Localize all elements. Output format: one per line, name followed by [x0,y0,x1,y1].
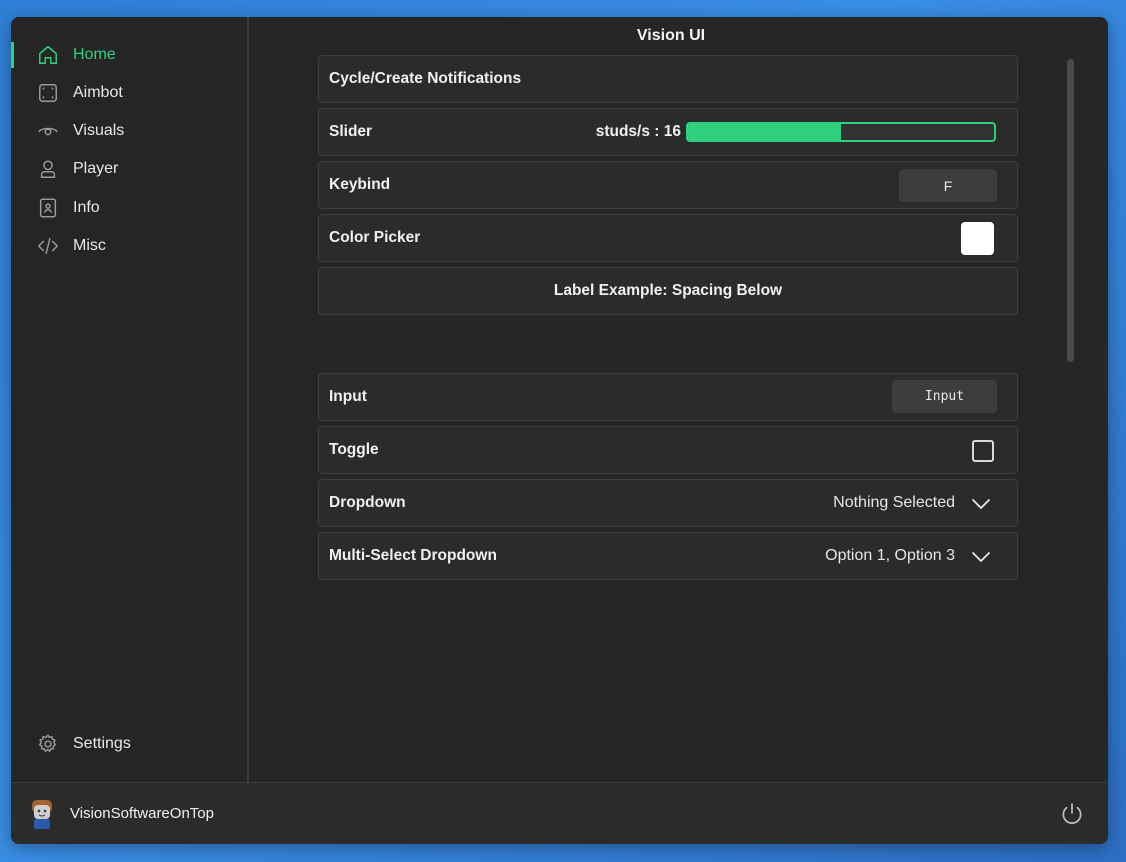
scrollbar[interactable] [1067,59,1074,362]
toggle-checkbox[interactable] [972,440,994,462]
dropdown-value: Option 1, Option 3 [825,547,955,564]
input-row: Input Input [318,373,1018,421]
slider-fill [688,124,841,140]
text-input[interactable]: Input [892,380,997,413]
username: VisionSoftwareOnTop [70,805,214,822]
code-icon [37,235,59,257]
sidebar-item-label: Player [73,160,119,177]
row-label: Dropdown [329,494,406,511]
user-icon [37,158,59,180]
chevron-down-icon[interactable] [971,494,991,514]
color-swatch[interactable] [961,222,994,255]
sidebar: Home Aimbot Visuals Player Info Misc Set… [11,17,249,782]
row-label: Cycle/Create Notifications [329,70,522,87]
dropdown-value: Nothing Selected [833,494,955,511]
sidebar-item-home[interactable]: Home [11,38,249,72]
row-label: Multi-Select Dropdown [329,547,497,564]
slider-track[interactable] [686,122,996,142]
chevron-down-icon[interactable] [971,547,991,567]
toggle-row[interactable]: Toggle [318,426,1018,474]
contact-card-icon [37,197,59,219]
eye-icon [37,120,59,142]
slider-value: studs/s : 16 [595,123,681,140]
app-window: Home Aimbot Visuals Player Info Misc Set… [11,17,1108,844]
sidebar-item-info[interactable]: Info [11,191,249,225]
row-label: Slider [329,123,373,140]
dropdown-row[interactable]: Dropdown Nothing Selected [318,479,1018,527]
sidebar-item-visuals[interactable]: Visuals [11,114,249,148]
row-label: Toggle [329,441,379,458]
sidebar-item-settings[interactable]: Settings [11,727,249,761]
color-picker-row: Color Picker [318,214,1018,262]
sidebar-item-label: Aimbot [73,84,123,101]
label-example: Label Example: Spacing Below [553,282,783,299]
sidebar-item-misc[interactable]: Misc [11,229,249,263]
slider-row: Slider studs/s : 16 [318,108,1018,156]
row-label: Input [329,388,367,405]
sidebar-item-aimbot[interactable]: Aimbot [11,76,249,110]
home-icon [37,44,59,66]
avatar [29,798,55,830]
label-example-row: Label Example: Spacing Below [318,267,1018,315]
sidebar-item-label: Settings [73,735,131,752]
main-panel: Vision UI Cycle/Create Notifications Sli… [251,17,1108,782]
multi-dropdown-row[interactable]: Multi-Select Dropdown Option 1, Option 3 [318,532,1018,580]
notifications-button[interactable]: Cycle/Create Notifications [318,55,1018,103]
row-label: Keybind [329,176,391,193]
keybind-button[interactable]: F [899,169,997,202]
gear-icon [37,733,59,755]
power-icon[interactable] [1059,801,1085,827]
sidebar-item-label: Visuals [73,122,125,139]
window-title: Vision UI [636,27,706,44]
sidebar-item-label: Info [73,199,100,216]
keybind-row: Keybind F [318,161,1018,209]
row-label: Color Picker [329,229,421,246]
bottom-bar: VisionSoftwareOnTop [11,782,1108,844]
sidebar-item-label: Home [73,46,116,63]
sidebar-item-label: Misc [73,237,106,254]
crosshair-frame-icon [37,82,59,104]
sidebar-item-player[interactable]: Player [11,152,249,186]
